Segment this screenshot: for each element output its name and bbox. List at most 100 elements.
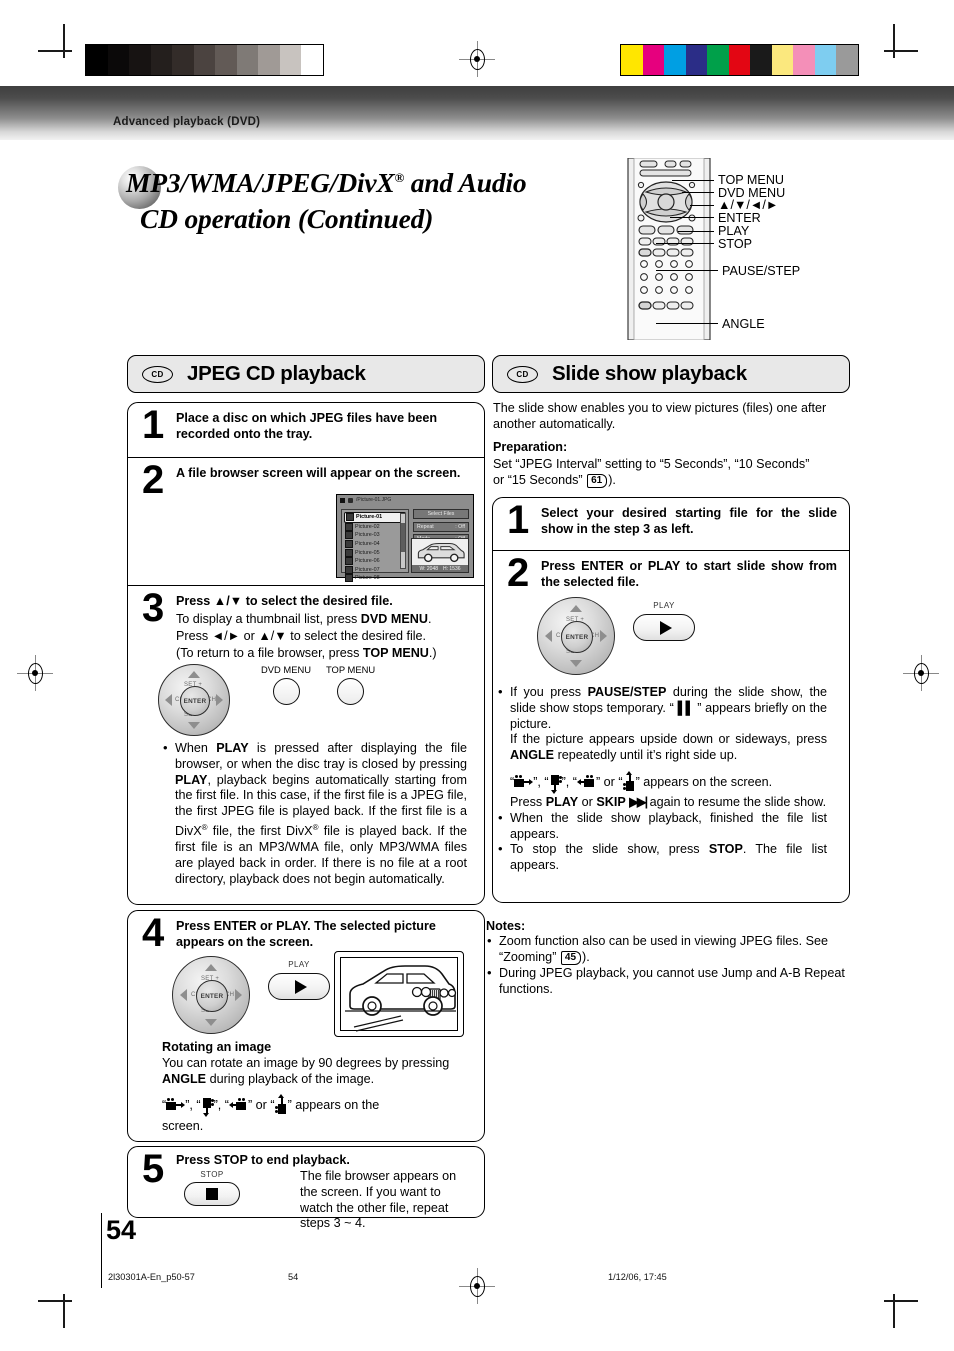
dpad-up-icon[interactable] [205,964,217,971]
osd-file-row[interactable]: Picture-02 [344,522,406,532]
page-header-band: Advanced playback (DVD) [0,86,954,140]
play-button-cap[interactable] [633,614,695,641]
dpad-illustration-step4: SET + SET - CH CH ENTER [172,956,250,1034]
osd-option-value: : Off [455,523,465,530]
osd-file-row[interactable]: Picture-06 [344,557,406,566]
osd-file-row[interactable]: Picture-05 [344,548,406,557]
osd-stop-icon [340,497,345,503]
osd-file-icon [348,497,353,503]
step-3-bullet-1: When PLAY is pressed after displaying th… [162,740,467,887]
step-1: 1 Place a disc on which JPEG files have … [128,403,484,457]
play-triangle-icon [659,620,672,635]
color-swatch-9 [814,45,836,75]
play-button-label: PLAY [288,960,310,969]
dpad-left-icon[interactable] [165,694,172,706]
osd-path-label: /Picture-01.JPG [356,497,392,503]
step-5-heading: Press STOP to end playback. [176,1153,350,1167]
step-5: 5 Press STOP to end playback. STOP The f… [128,1147,484,1230]
dpad-left-icon[interactable] [545,630,552,642]
dpad-enter-button[interactable]: ENTER [561,621,593,653]
stop-button-cap[interactable] [184,1182,240,1206]
osd-jpeg-file-icon [345,540,353,549]
slide-show-intro: The slide show enables you to view pictu… [493,401,827,431]
step-2-heading: A file browser screen will appear on the… [176,466,461,480]
color-swatch-0 [621,45,643,75]
slide-step-2-number: 2 [507,551,530,595]
leader-line-pause-step [656,270,718,271]
step-3-line-1: To display a thumbnail list, press DVD M… [176,611,432,626]
picture-preview-frame [334,951,464,1037]
grayscale-swatch-4 [172,45,194,75]
note-2: During JPEG playback, you cannot use Jum… [486,965,850,998]
dpad-up-icon[interactable] [188,671,200,678]
page-number: 54 [106,1215,137,1245]
rotating-an-image-text: You can rotate an image by 90 degrees by… [162,1056,450,1086]
osd-file-name: Picture-04 [355,541,380,548]
page-reference-45[interactable]: 45 [560,950,582,965]
rotate-icon-right [166,1098,186,1112]
jpeg-steps-box-2: 4 Press ENTER or PLAY. The selected pict… [127,910,485,1142]
jpeg-steps-box-3: 5 Press STOP to end playback. STOP The f… [127,1146,485,1230]
osd-scroll-thumb[interactable] [401,522,405,553]
car-illustration [345,965,457,1032]
step-4-heading: Press ENTER or PLAY. The selected pictur… [176,919,436,949]
dvd-menu-button-illustration: DVD MENU [261,664,311,705]
slide-bullet-3: To stop the slide show, press STOP. The … [497,841,827,874]
play-button-label: PLAY [653,601,675,610]
step-5-number: 5 [142,1147,165,1191]
callout-pause-step: PAUSE/STEP [722,264,801,278]
leader-line-enter [670,217,714,218]
note-1-text-b: ). [582,949,590,964]
grayscale-swatch-0 [86,45,108,75]
slide-bullet-1: If you press PAUSE/STEP during the slide… [497,684,827,764]
notes-title: Notes: [486,919,526,933]
crop-mark-br-h [884,1300,918,1302]
rotate-icon-up [274,1094,288,1114]
osd-file-row[interactable]: Picture-08 [344,574,406,583]
osd-file-row[interactable]: Picture-04 [344,540,406,549]
leader-line-stop [656,243,714,244]
slide-show-playback-title: Slide show playback [552,362,747,385]
step-3-line-3: (To return to a file browser, press TOP … [176,645,437,660]
dpad-enter-button[interactable]: ENTER [180,686,210,716]
dpad-right-icon[interactable] [235,989,242,1001]
dpad-right-icon[interactable] [600,630,607,642]
top-menu-button-circle[interactable] [337,678,365,705]
slide-step-2: 2 Press ENTER or PLAY to start slide sho… [493,550,849,903]
play-button-cap[interactable] [268,973,330,1000]
step-5-text: The file browser appears on the screen. … [300,1169,457,1231]
dpad-enter-button[interactable]: ENTER [196,980,228,1012]
color-swatch-1 [642,45,664,75]
osd-file-row[interactable]: Picture-03 [344,531,406,540]
page-reference-61[interactable]: 61 [587,473,608,488]
rotating-an-image-title: Rotating an image [162,1040,272,1054]
dpad-down-icon[interactable] [570,660,582,667]
dpad-up-icon[interactable] [570,605,582,612]
play-triangle-icon [294,979,307,994]
manual-page: Advanced playback (DVD) MP3/WMA/JPEG/Div… [0,0,954,1351]
preparation-text-b: or “15 Seconds” [493,472,583,487]
registration-target-top [459,41,495,77]
osd-option-label: Select Files [427,511,455,517]
osd-scrollbar[interactable] [400,513,406,569]
osd-file-name: Picture-06 [355,558,380,565]
dpad-down-icon[interactable] [188,722,200,729]
section-category-label: Advanced playback (DVD) [113,116,261,128]
dpad-left-icon[interactable] [180,989,187,1001]
osd-thumb-car-icon [417,542,465,563]
registration-target-bottom [459,1268,495,1304]
osd-jpeg-file-icon [345,522,353,531]
leader-line-angle [656,323,718,324]
osd-thumb-width: W: 2048 [419,565,438,572]
rotating-glyph-line: “ ”, “ ”, “ ” or “ ” appears on the [162,1093,467,1118]
osd-file-row[interactable]: Picture-01 [344,512,406,523]
dvd-menu-button-circle[interactable] [272,678,300,705]
cd-disc-icon: CD [142,365,173,383]
osd-option-button[interactable]: Select Files [413,509,469,519]
dpad-right-icon[interactable] [216,694,223,706]
dpad-down-icon[interactable] [205,1019,217,1026]
rotate-icon-down [549,774,562,794]
osd-thumb-height: H: 1536 [443,565,461,572]
osd-option-button[interactable]: Repeat: Off [413,521,469,532]
osd-file-row[interactable]: Picture-07 [344,565,406,575]
